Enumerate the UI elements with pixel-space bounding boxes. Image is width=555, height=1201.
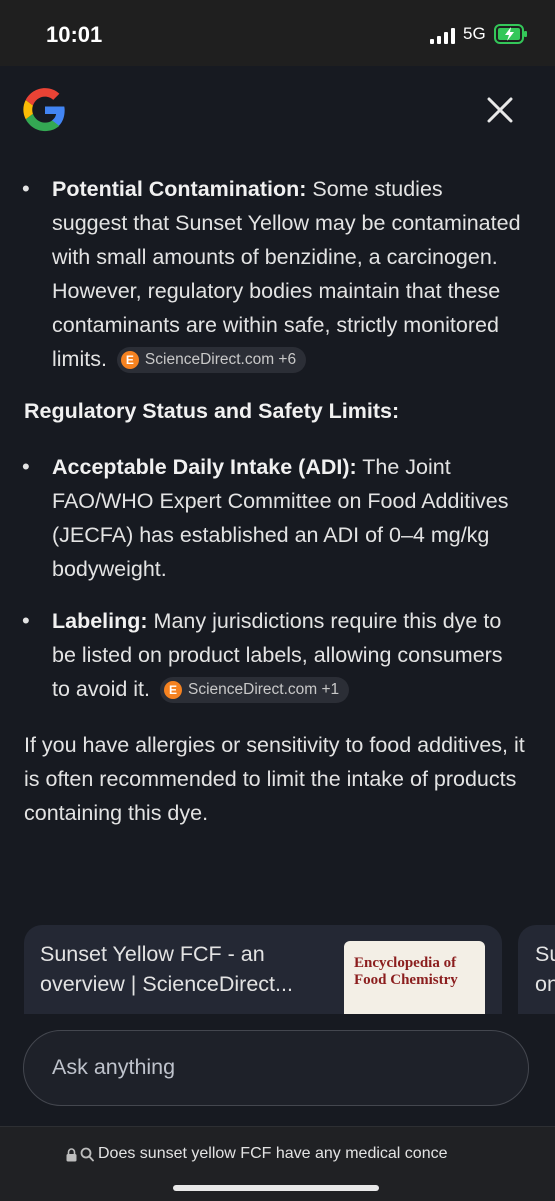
bullet-label: Labeling: bbox=[52, 609, 148, 633]
lock-icon bbox=[66, 1148, 77, 1162]
closing-paragraph: If you have allergies or sensitivity to … bbox=[24, 733, 525, 825]
search-icon bbox=[80, 1147, 94, 1162]
bullet-list-regulatory: Acceptable Daily Intake (ADI): The Joint… bbox=[0, 450, 555, 706]
url-bar[interactable]: Does sunset yellow FCF have any medical … bbox=[0, 1126, 555, 1201]
bullet-label: Potential Contamination: bbox=[52, 177, 307, 201]
ask-placeholder: Ask anything bbox=[52, 1055, 176, 1079]
url-text: Does sunset yellow FCF have any medical … bbox=[98, 1145, 448, 1162]
sciencedirect-icon: E bbox=[120, 351, 139, 370]
ask-bar: Ask anything bbox=[0, 1014, 555, 1126]
source-chip[interactable]: E ScienceDirect.com +6 bbox=[116, 347, 307, 374]
sciencedirect-icon: E bbox=[163, 681, 182, 700]
list-item: Potential Contamination: Some studies su… bbox=[0, 172, 555, 376]
source-chip-label: ScienceDirect.com +1 bbox=[187, 681, 340, 699]
bullet-text: Some studies suggest that Sunset Yellow … bbox=[52, 177, 521, 371]
source-chip-label: ScienceDirect.com +6 bbox=[144, 351, 297, 369]
signal-icon bbox=[430, 28, 455, 44]
home-indicator bbox=[173, 1185, 379, 1191]
bullet-label: Acceptable Daily Intake (ADI): bbox=[52, 455, 357, 479]
source-card-title: Sunset Yellow FCF - an overview | Scienc… bbox=[40, 942, 293, 996]
network-label: 5G bbox=[463, 24, 486, 43]
status-time: 10:01 bbox=[46, 22, 103, 47]
source-card[interactable]: Sunset Yellow FCF - an overview | Scienc… bbox=[24, 925, 502, 1015]
close-icon[interactable] bbox=[484, 94, 516, 126]
source-chip[interactable]: E ScienceDirect.com +1 bbox=[159, 677, 350, 704]
list-item: Labeling: Many jurisdictions require thi… bbox=[0, 604, 555, 706]
list-item: Acceptable Daily Intake (ADI): The Joint… bbox=[0, 450, 555, 586]
google-logo bbox=[23, 88, 65, 132]
ai-answer-content: Potential Contamination: Some studies su… bbox=[0, 172, 555, 830]
source-card-thumbnail: Encyclopedia of Food Chemistry bbox=[344, 941, 485, 1015]
thumbnail-title: Encyclopedia of Food Chemistry bbox=[354, 955, 458, 988]
section-heading: Regulatory Status and Safety Limits: bbox=[24, 399, 400, 423]
next-source-card-title: Su on bbox=[535, 942, 555, 996]
next-source-card[interactable]: Su on bbox=[518, 925, 555, 1015]
ask-input[interactable]: Ask anything bbox=[23, 1030, 529, 1106]
bullet-list-contamination: Potential Contamination: Some studies su… bbox=[0, 172, 555, 376]
status-bar: 10:01 5G bbox=[0, 0, 555, 66]
battery-charging-icon bbox=[494, 24, 527, 44]
